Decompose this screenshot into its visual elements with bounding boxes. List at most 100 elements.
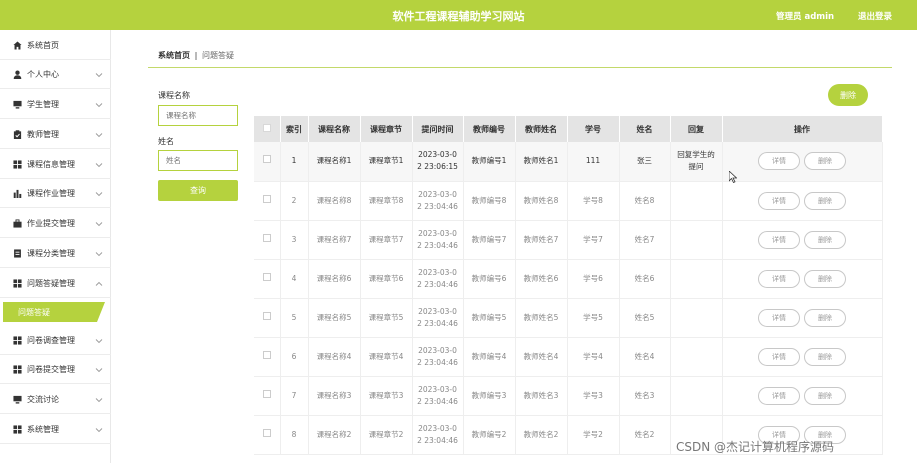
batch-delete-button[interactable]: 删除 [828, 84, 868, 106]
cell-reply [670, 181, 723, 221]
sidebar-item-6[interactable]: 课程作业管理 [0, 180, 111, 208]
sidebar-item-label: 个人中心 [27, 70, 59, 79]
cell-course-name: 课程名称2 [308, 415, 361, 455]
briefcase-icon [12, 219, 22, 229]
logout-link[interactable]: 退出登录 [858, 10, 892, 22]
row-checkbox[interactable] [262, 350, 271, 359]
sidebar-item-10[interactable]: 问卷调查管理 [0, 327, 111, 355]
cell-teacher-id: 教师编号7 [463, 220, 516, 260]
row-checkbox[interactable] [262, 233, 271, 242]
row-delete-button[interactable]: 删除 [804, 191, 846, 210]
row-select-cell[interactable] [254, 337, 281, 377]
table-row: 3 课程名称7 课程章节7 2023-03-0 2 23:04:46 教师编号7 教师姓名… [254, 220, 883, 260]
breadcrumb-home[interactable]: 系统首页 [158, 51, 190, 60]
column-header: 索引 [280, 116, 309, 142]
breadcrumb: 系统首页 ‖ 问题答疑 [158, 50, 234, 61]
cell-question-time: 2023-03-0 2 23:04:46 [412, 220, 464, 260]
detail-button[interactable]: 详情 [758, 308, 800, 327]
cell-course-name: 课程名称8 [308, 181, 361, 221]
sidebar-item-13[interactable]: 系统管理 [0, 416, 111, 444]
row-select-cell[interactable] [254, 298, 281, 338]
sidebar-item-5[interactable]: 课程信息管理 [0, 151, 111, 179]
row-checkbox[interactable] [262, 272, 271, 281]
cell-question-time: 2023-03-0 2 23:04:46 [412, 415, 464, 455]
search-button[interactable]: 查询 [158, 180, 238, 201]
detail-button[interactable]: 详情 [758, 152, 800, 171]
row-delete-button[interactable]: 删除 [804, 347, 846, 366]
qa-table: 索引 课程名称 课程章节 提问时间 教师编号 教师姓名 学号 姓名 回复 操作 1 课程名称1 课程章… [254, 116, 883, 455]
sidebar-item-3[interactable]: 学生管理 [0, 91, 111, 119]
row-actions: 详情 删除 [722, 142, 883, 182]
cell-chapter: 课程章节7 [360, 220, 413, 260]
detail-button[interactable]: 详情 [758, 269, 800, 288]
select-all-checkbox[interactable] [262, 124, 271, 132]
cell-teacher-name: 教师姓名2 [515, 415, 568, 455]
row-delete-button[interactable]: 删除 [804, 308, 846, 327]
row-select-cell[interactable] [254, 220, 281, 260]
select-all-header[interactable] [254, 116, 281, 142]
bar-chart-icon [12, 189, 22, 199]
sidebar-item-9[interactable]: 问题答疑管理 [0, 270, 111, 298]
cell-student-name: 姓名5 [619, 298, 671, 338]
column-header: 操作 [722, 116, 883, 142]
sidebar-item-label: 课程信息管理 [27, 160, 75, 169]
cell-chapter: 课程章节3 [360, 376, 413, 416]
cell-question-time: 2023-03-0 2 23:04:46 [412, 337, 464, 377]
cell-reply: 回复学生的 提问 [670, 142, 723, 182]
row-select-cell[interactable] [254, 415, 281, 455]
cell-chapter: 课程章节4 [360, 337, 413, 377]
chevron-down-icon [95, 161, 103, 169]
cell-index: 1 [280, 142, 309, 182]
sidebar-item-7[interactable]: 作业提交管理 [0, 210, 111, 238]
sidebar-item-label: 课程作业管理 [27, 189, 75, 198]
sidebar-item-2[interactable]: 个人中心 [0, 61, 111, 89]
row-delete-button[interactable]: 删除 [804, 269, 846, 288]
row-checkbox[interactable] [262, 428, 271, 437]
cell-teacher-name: 教师姓名7 [515, 220, 568, 260]
sidebar-item-8[interactable]: 课程分类管理 [0, 240, 111, 268]
course-name-input[interactable] [158, 105, 238, 126]
cell-chapter: 课程章节5 [360, 298, 413, 338]
detail-button[interactable]: 详情 [758, 347, 800, 366]
row-actions: 详情 删除 [722, 259, 883, 299]
sidebar-item-4[interactable]: 教师管理 [0, 121, 111, 149]
row-checkbox[interactable] [262, 194, 271, 203]
cell-index: 3 [280, 220, 309, 260]
cell-course-name: 课程名称4 [308, 337, 361, 377]
cell-index: 7 [280, 376, 309, 416]
row-checkbox[interactable] [262, 389, 271, 398]
chevron-up-icon [95, 280, 103, 288]
grid-icon [12, 160, 22, 170]
sidebar-item-12[interactable]: 交流讨论 [0, 386, 111, 414]
row-select-cell[interactable] [254, 142, 281, 182]
cell-reply [670, 337, 723, 377]
row-delete-button[interactable]: 删除 [804, 386, 846, 405]
cell-reply [670, 259, 723, 299]
sidebar-subitem-active[interactable]: 问题答疑 [3, 302, 105, 322]
student-name-input[interactable] [158, 150, 238, 171]
row-select-cell[interactable] [254, 259, 281, 299]
sidebar-item-11[interactable]: 问卷提交管理 [0, 356, 111, 384]
cell-reply [670, 376, 723, 416]
cell-course-name: 课程名称3 [308, 376, 361, 416]
cell-teacher-id: 教师编号3 [463, 376, 516, 416]
top-bar: 软件工程课程辅助学习网站 管理员 admin 退出登录 [0, 0, 917, 30]
column-header: 提问时间 [412, 116, 464, 142]
row-actions: 详情 删除 [722, 337, 883, 377]
cell-teacher-id: 教师编号6 [463, 259, 516, 299]
row-checkbox[interactable] [262, 155, 271, 164]
row-select-cell[interactable] [254, 181, 281, 221]
detail-button[interactable]: 详情 [758, 386, 800, 405]
row-checkbox[interactable] [262, 311, 271, 320]
cell-student-id: 学号6 [567, 259, 620, 299]
sidebar-item-1[interactable]: 系统首页 [0, 32, 111, 60]
cell-student-id: 学号3 [567, 376, 620, 416]
row-delete-button[interactable]: 删除 [804, 152, 846, 171]
row-delete-button[interactable]: 删除 [804, 230, 846, 249]
home-icon [12, 41, 22, 51]
table-row: 5 课程名称5 课程章节5 2023-03-0 2 23:04:46 教师编号5 教师姓名… [254, 298, 883, 338]
detail-button[interactable]: 详情 [758, 191, 800, 210]
row-select-cell[interactable] [254, 376, 281, 416]
detail-button[interactable]: 详情 [758, 230, 800, 249]
cell-question-time: 2023-03-0 2 23:04:46 [412, 259, 464, 299]
